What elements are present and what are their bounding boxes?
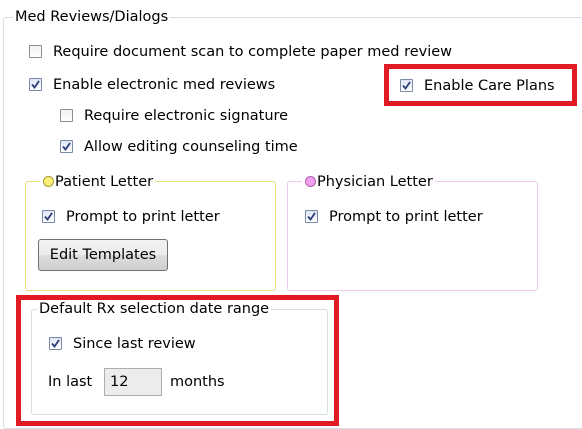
allow-editing-label: Allow editing counseling time: [84, 139, 298, 155]
enable-care-plans-label: Enable Care Plans: [424, 78, 555, 94]
patient-prompt-label: Prompt to print letter: [66, 209, 220, 225]
edit-templates-button[interactable]: Edit Templates: [38, 239, 168, 271]
since-last-review-checkbox[interactable]: [49, 337, 62, 350]
checkmark-icon: [402, 81, 411, 90]
require-signature-label: Require electronic signature: [84, 108, 289, 124]
months-label: months: [170, 374, 225, 390]
date-range-title: Default Rx selection date range: [37, 300, 272, 318]
enable-electronic-label: Enable electronic med reviews: [53, 77, 276, 93]
med-reviews-title: Med Reviews/Dialogs: [13, 8, 171, 26]
patient-letter-title: Patient Letter: [55, 174, 154, 190]
physician-prompt-checkbox[interactable]: [305, 210, 318, 223]
checkmark-icon: [44, 212, 53, 221]
require-scan-label: Require document scan to complete paper …: [53, 44, 453, 60]
physician-letter-legend: Physician Letter: [302, 173, 435, 191]
months-input[interactable]: 12: [104, 368, 162, 396]
allow-editing-checkbox[interactable]: [60, 140, 73, 153]
since-last-review-label: Since last review: [73, 336, 196, 352]
patient-letter-group: [25, 181, 276, 291]
patient-letter-dot-icon: [43, 176, 54, 187]
date-range-group: [31, 309, 328, 415]
physician-letter-group: [287, 181, 538, 291]
checkmark-icon: [51, 339, 60, 348]
physician-letter-title: Physician Letter: [317, 174, 433, 190]
physician-letter-dot-icon: [305, 176, 316, 187]
patient-prompt-checkbox[interactable]: [42, 210, 55, 223]
physician-prompt-label: Prompt to print letter: [329, 209, 483, 225]
checkmark-icon: [62, 142, 71, 151]
checkmark-icon: [307, 212, 316, 221]
in-last-label: In last: [48, 374, 93, 390]
checkmark-icon: [31, 80, 40, 89]
require-signature-checkbox[interactable]: [60, 109, 73, 122]
enable-care-plans-checkbox[interactable]: [400, 79, 413, 92]
patient-letter-legend: Patient Letter: [40, 173, 156, 191]
enable-electronic-checkbox[interactable]: [29, 78, 42, 91]
require-scan-checkbox[interactable]: [29, 45, 42, 58]
